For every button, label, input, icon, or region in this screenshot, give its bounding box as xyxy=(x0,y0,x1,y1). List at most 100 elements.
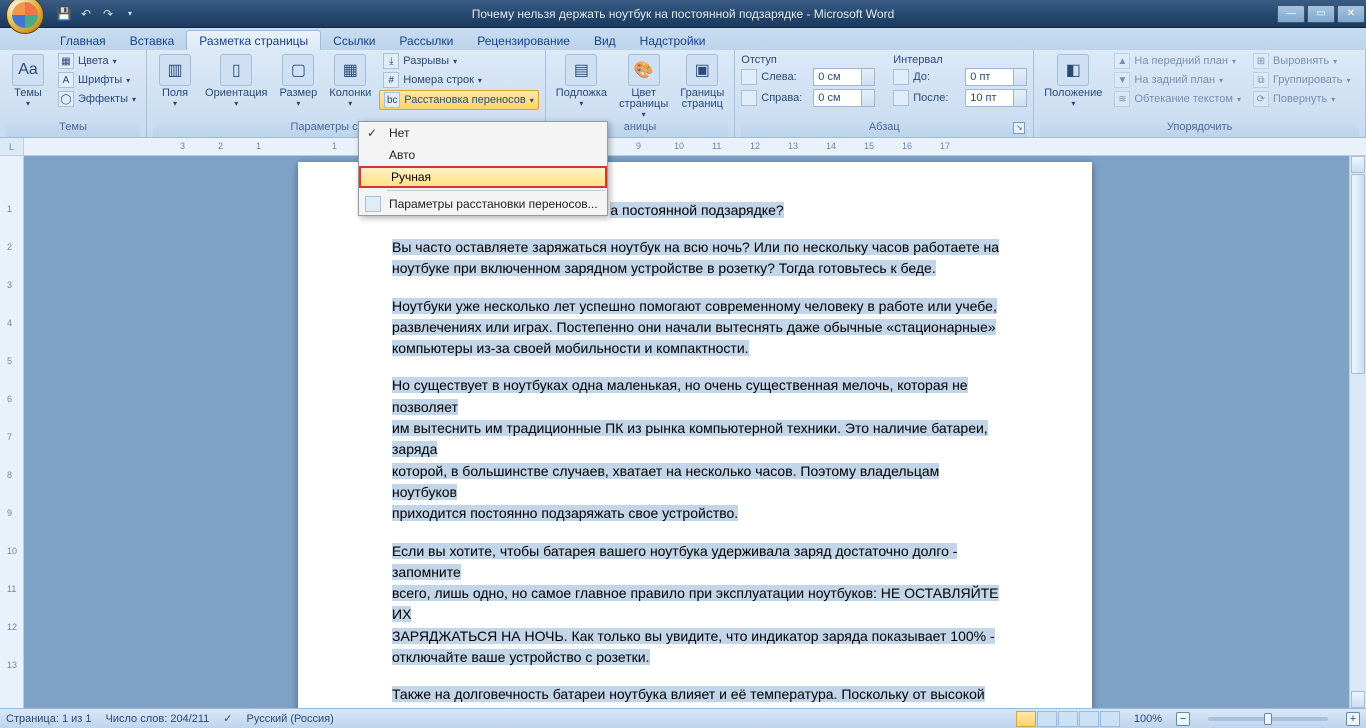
qat-customize-icon[interactable]: ▾ xyxy=(120,4,140,24)
theme-colors-button[interactable]: ▦Цвета▾ xyxy=(54,52,140,70)
scroll-thumb[interactable] xyxy=(1351,174,1365,374)
workspace: 12345678910111213 а постоянной подзарядк… xyxy=(0,156,1366,708)
qat-undo-icon[interactable]: ↶ xyxy=(76,4,96,24)
tab-addins[interactable]: Надстройки xyxy=(628,31,718,50)
tab-mailings[interactable]: Рассылки xyxy=(387,31,465,50)
line-numbers-button[interactable]: #Номера строк▾ xyxy=(379,71,539,89)
bring-front-button: ▲На передний план▾ xyxy=(1110,52,1245,70)
indent-left-input[interactable]: 0 см xyxy=(813,68,875,86)
dialog-launcher-icon[interactable]: ↘ xyxy=(1013,122,1025,134)
ribbon: Aa Темы ▾ ▦Цвета▾ AШрифты▾ ◯Эффекты▾ Тем… xyxy=(0,50,1366,138)
tab-references[interactable]: Ссылки xyxy=(321,31,387,50)
group-label-arrange: Упорядочить xyxy=(1040,121,1359,137)
maximize-button[interactable]: ▭ xyxy=(1307,5,1335,23)
position-icon: ◧ xyxy=(1057,54,1089,86)
status-language[interactable]: Русский (Россия) xyxy=(247,713,334,725)
tab-home[interactable]: Главная xyxy=(48,31,118,50)
ruler-tab-selector[interactable]: L xyxy=(0,138,24,155)
zoom-out-button[interactable]: − xyxy=(1176,712,1190,726)
rotate-icon: ⟳ xyxy=(1253,91,1269,107)
watermark-button[interactable]: ▤Подложка▾ xyxy=(552,52,611,110)
status-word-count[interactable]: Число слов: 204/211 xyxy=(106,713,210,725)
page-borders-button[interactable]: ▣Границы страниц xyxy=(676,52,728,112)
hyphenation-manual[interactable]: Ручная xyxy=(359,166,607,188)
spacing-label: Интервал xyxy=(893,54,1027,66)
chevron-down-icon: ▾ xyxy=(26,99,30,108)
tab-review[interactable]: Рецензирование xyxy=(465,31,582,50)
theme-effects-button[interactable]: ◯Эффекты▾ xyxy=(54,90,140,108)
group-label-paragraph: Абзац↘ xyxy=(741,121,1027,137)
view-draft[interactable] xyxy=(1100,711,1120,727)
check-icon: ✓ xyxy=(367,126,377,140)
office-button[interactable] xyxy=(6,0,44,34)
zoom-slider-thumb[interactable] xyxy=(1264,713,1272,725)
qat-save-icon[interactable]: 💾 xyxy=(54,4,74,24)
ribbon-tabs: Главная Вставка Разметка страницы Ссылки… xyxy=(0,28,1366,50)
themes-icon: Aa xyxy=(12,54,44,86)
rotate-button: ⟳Повернуть▾ xyxy=(1249,90,1355,108)
spacing-after-input[interactable]: 10 пт xyxy=(965,89,1027,107)
tab-view[interactable]: Вид xyxy=(582,31,628,50)
hyphenation-none[interactable]: ✓Нет xyxy=(359,122,607,144)
indent-right-input[interactable]: 0 см xyxy=(813,89,875,107)
page-area[interactable]: а постоянной подзарядке? Вы часто оставл… xyxy=(24,156,1366,708)
breaks-button[interactable]: ⤓Разрывы▾ xyxy=(379,52,539,70)
margins-button[interactable]: ▥Поля▾ xyxy=(153,52,197,110)
zoom-in-button[interactable]: + xyxy=(1346,712,1360,726)
palette-icon: ▦ xyxy=(58,53,74,69)
doc-paragraph: Но существует в ноутбуках одна маленькая… xyxy=(392,375,1002,524)
title-bar: 💾 ↶ ↷ ▾ Почему нельзя держать ноутбук на… xyxy=(0,0,1366,28)
hyphenation-dropdown: ✓Нет Авто Ручная Параметры расстановки п… xyxy=(358,121,608,216)
theme-fonts-button[interactable]: AШрифты▾ xyxy=(54,71,140,89)
ruler-horizontal: L 3211234567891011121314151617 xyxy=(0,138,1366,156)
view-outline[interactable] xyxy=(1079,711,1099,727)
tab-insert[interactable]: Вставка xyxy=(118,31,187,50)
view-web-layout[interactable] xyxy=(1058,711,1078,727)
orientation-icon: ▯ xyxy=(220,54,252,86)
text-wrap-button: ≋Обтекание текстом▾ xyxy=(1110,90,1245,108)
view-print-layout[interactable] xyxy=(1016,711,1036,727)
qat-redo-icon[interactable]: ↷ xyxy=(98,4,118,24)
minimize-button[interactable]: — xyxy=(1277,5,1305,23)
send-back-icon: ▼ xyxy=(1114,72,1130,88)
themes-button[interactable]: Aa Темы ▾ xyxy=(6,52,50,110)
quick-access-toolbar: 💾 ↶ ↷ ▾ xyxy=(54,4,140,24)
page-color-button[interactable]: 🎨Цвет страницы▾ xyxy=(615,52,672,121)
orientation-button[interactable]: ▯Ориентация▾ xyxy=(201,52,271,110)
size-button[interactable]: ▢Размер▾ xyxy=(275,52,321,110)
scrollbar-vertical[interactable] xyxy=(1349,156,1366,708)
document-page[interactable]: а постоянной подзарядке? Вы часто оставл… xyxy=(298,162,1092,708)
columns-button[interactable]: ▦Колонки▾ xyxy=(325,52,375,110)
view-full-screen[interactable] xyxy=(1037,711,1057,727)
doc-paragraph: Если вы хотите, чтобы батарея вашего ноу… xyxy=(392,541,1002,669)
tab-page-layout[interactable]: Разметка страницы xyxy=(186,30,321,50)
line-numbers-icon: # xyxy=(383,72,399,88)
hyphenation-options[interactable]: Параметры расстановки переносов... xyxy=(359,193,607,215)
menu-separator xyxy=(387,190,605,191)
doc-paragraph: Также на долговечность батареи ноутбука … xyxy=(392,684,1002,708)
size-icon: ▢ xyxy=(282,54,314,86)
margins-icon: ▥ xyxy=(159,54,191,86)
hyphenation-auto[interactable]: Авто xyxy=(359,144,607,166)
columns-icon: ▦ xyxy=(334,54,366,86)
options-icon xyxy=(365,196,381,212)
spacing-before-input[interactable]: 0 пт xyxy=(965,68,1027,86)
hyphenation-button[interactable]: bcРасстановка переносов▾ xyxy=(379,90,539,110)
zoom-slider[interactable] xyxy=(1208,717,1328,721)
spacing-after-icon xyxy=(893,90,909,106)
zoom-level[interactable]: 100% xyxy=(1134,713,1162,725)
indent-right-icon xyxy=(741,90,757,106)
window-title: Почему нельзя держать ноутбук на постоян… xyxy=(472,7,895,21)
spacing-before-icon xyxy=(893,69,909,85)
view-buttons xyxy=(1016,711,1120,727)
status-page[interactable]: Страница: 1 из 1 xyxy=(6,713,92,725)
align-button: ⊞Выровнять▾ xyxy=(1249,52,1355,70)
doc-paragraph: Вы часто оставляете заряжаться ноутбук н… xyxy=(392,237,1002,280)
close-button[interactable]: ✕ xyxy=(1337,5,1365,23)
align-icon: ⊞ xyxy=(1253,53,1269,69)
effects-icon: ◯ xyxy=(58,91,74,107)
font-icon: A xyxy=(58,72,74,88)
position-button[interactable]: ◧Положение▾ xyxy=(1040,52,1106,110)
page-color-icon: 🎨 xyxy=(628,54,660,86)
status-proofing-icon[interactable]: ✓ xyxy=(223,712,232,725)
